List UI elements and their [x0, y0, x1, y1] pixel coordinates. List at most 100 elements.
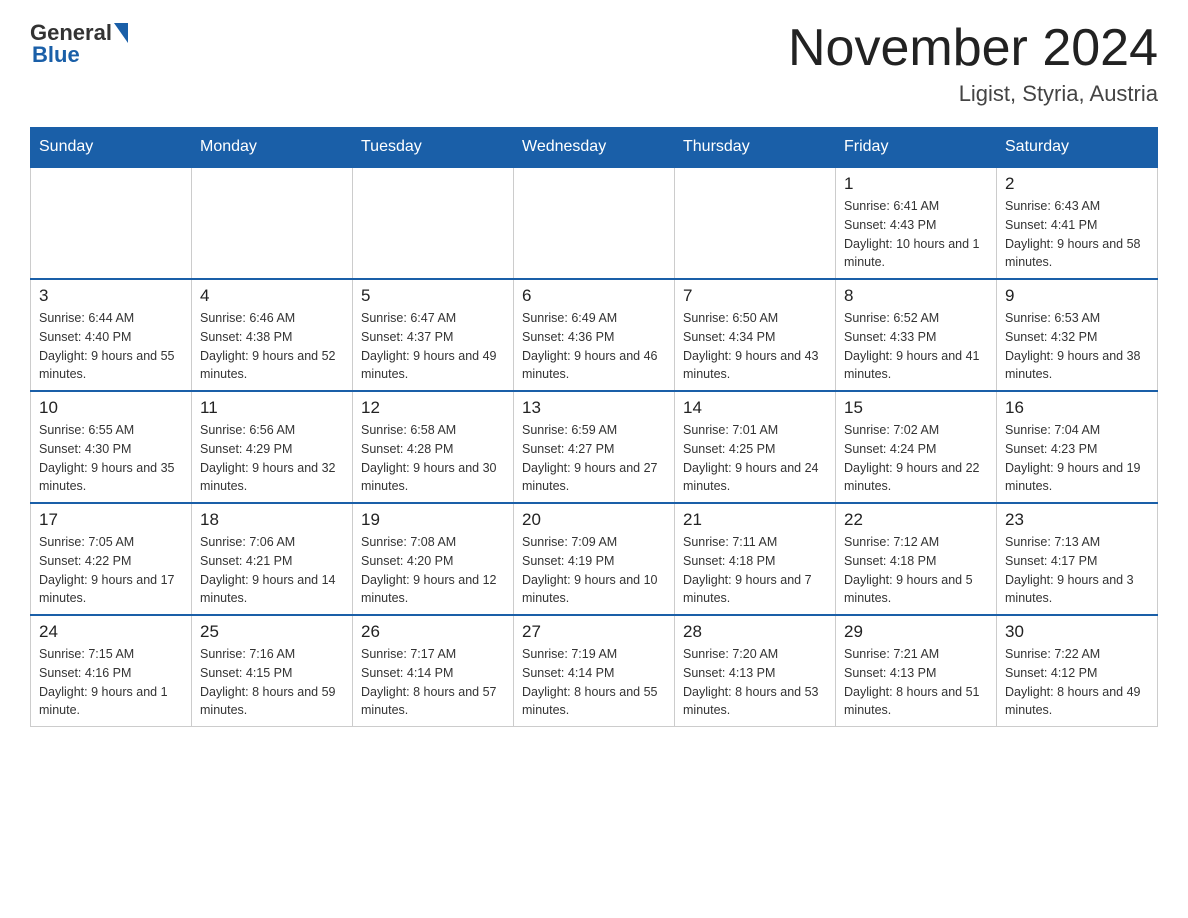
day-info: Sunrise: 7:08 AMSunset: 4:20 PMDaylight:…	[361, 533, 505, 608]
day-info: Sunrise: 7:17 AMSunset: 4:14 PMDaylight:…	[361, 645, 505, 720]
calendar-cell: 27 Sunrise: 7:19 AMSunset: 4:14 PMDayligh…	[514, 615, 675, 727]
day-info: Sunrise: 6:49 AMSunset: 4:36 PMDaylight:…	[522, 309, 666, 384]
calendar-table: SundayMondayTuesdayWednesdayThursdayFrid…	[30, 127, 1158, 727]
calendar-cell: 3 Sunrise: 6:44 AMSunset: 4:40 PMDaylight…	[31, 279, 192, 391]
page-header: General Blue November 2024 Ligist, Styri…	[30, 20, 1158, 107]
day-number: 3	[39, 286, 183, 306]
day-number: 29	[844, 622, 988, 642]
day-info: Sunrise: 7:09 AMSunset: 4:19 PMDaylight:…	[522, 533, 666, 608]
day-number: 17	[39, 510, 183, 530]
weekday-header-row: SundayMondayTuesdayWednesdayThursdayFrid…	[31, 128, 1158, 168]
calendar-cell: 12Sunrise: 6:58 AMSunset: 4:28 PMDayligh…	[353, 391, 514, 503]
day-number: 26	[361, 622, 505, 642]
day-info: Sunrise: 6:43 AMSunset: 4:41 PMDaylight:…	[1005, 197, 1149, 272]
calendar-cell: 23 Sunrise: 7:13 AMSunset: 4:17 PMDayligh…	[997, 503, 1158, 615]
day-number: 20	[522, 510, 666, 530]
calendar-cell	[514, 167, 675, 279]
day-info: Sunrise: 7:12 AMSunset: 4:18 PMDaylight:…	[844, 533, 988, 608]
day-info: Sunrise: 7:16 AMSunset: 4:15 PMDaylight:…	[200, 645, 344, 720]
calendar-cell: 11 Sunrise: 6:56 AMSunset: 4:29 PMDayligh…	[192, 391, 353, 503]
day-info: Sunrise: 7:19 AMSunset: 4:14 PMDaylight:…	[522, 645, 666, 720]
calendar-cell: 15 Sunrise: 7:02 AMSunset: 4:24 PMDayligh…	[836, 391, 997, 503]
day-info: Sunrise: 7:21 AMSunset: 4:13 PMDaylight:…	[844, 645, 988, 720]
calendar-cell	[192, 167, 353, 279]
day-number: 4	[200, 286, 344, 306]
weekday-header-thursday: Thursday	[675, 128, 836, 168]
week-row-2: 3 Sunrise: 6:44 AMSunset: 4:40 PMDaylight…	[31, 279, 1158, 391]
weekday-header-saturday: Saturday	[997, 128, 1158, 168]
day-number: 16	[1005, 398, 1149, 418]
week-row-5: 24 Sunrise: 7:15 AMSunset: 4:16 PMDayligh…	[31, 615, 1158, 727]
week-row-1: 1 Sunrise: 6:41 AMSunset: 4:43 PMDaylight…	[31, 167, 1158, 279]
calendar-cell: 26 Sunrise: 7:17 AMSunset: 4:14 PMDayligh…	[353, 615, 514, 727]
calendar-cell: 21Sunrise: 7:11 AMSunset: 4:18 PMDayligh…	[675, 503, 836, 615]
calendar-cell: 20 Sunrise: 7:09 AMSunset: 4:19 PMDayligh…	[514, 503, 675, 615]
calendar-cell: 22 Sunrise: 7:12 AMSunset: 4:18 PMDayligh…	[836, 503, 997, 615]
day-number: 30	[1005, 622, 1149, 642]
day-info: Sunrise: 7:13 AMSunset: 4:17 PMDaylight:…	[1005, 533, 1149, 608]
calendar-cell: 24 Sunrise: 7:15 AMSunset: 4:16 PMDayligh…	[31, 615, 192, 727]
day-number: 25	[200, 622, 344, 642]
day-number: 13	[522, 398, 666, 418]
calendar-cell	[31, 167, 192, 279]
day-number: 10	[39, 398, 183, 418]
weekday-header-sunday: Sunday	[31, 128, 192, 168]
day-number: 27	[522, 622, 666, 642]
day-info: Sunrise: 6:55 AMSunset: 4:30 PMDaylight:…	[39, 421, 183, 496]
day-number: 14	[683, 398, 827, 418]
day-info: Sunrise: 7:04 AMSunset: 4:23 PMDaylight:…	[1005, 421, 1149, 496]
weekday-header-tuesday: Tuesday	[353, 128, 514, 168]
day-number: 12	[361, 398, 505, 418]
calendar-cell: 7Sunrise: 6:50 AMSunset: 4:34 PMDaylight…	[675, 279, 836, 391]
calendar-cell: 2 Sunrise: 6:43 AMSunset: 4:41 PMDaylight…	[997, 167, 1158, 279]
calendar-cell: 14 Sunrise: 7:01 AMSunset: 4:25 PMDayligh…	[675, 391, 836, 503]
day-info: Sunrise: 7:22 AMSunset: 4:12 PMDaylight:…	[1005, 645, 1149, 720]
day-number: 9	[1005, 286, 1149, 306]
calendar-cell: 28 Sunrise: 7:20 AMSunset: 4:13 PMDayligh…	[675, 615, 836, 727]
week-row-3: 10 Sunrise: 6:55 AMSunset: 4:30 PMDayligh…	[31, 391, 1158, 503]
day-number: 21	[683, 510, 827, 530]
calendar-cell: 30 Sunrise: 7:22 AMSunset: 4:12 PMDayligh…	[997, 615, 1158, 727]
day-info: Sunrise: 7:01 AMSunset: 4:25 PMDaylight:…	[683, 421, 827, 496]
day-info: Sunrise: 6:46 AMSunset: 4:38 PMDaylight:…	[200, 309, 344, 384]
day-info: Sunrise: 7:15 AMSunset: 4:16 PMDaylight:…	[39, 645, 183, 720]
day-info: Sunrise: 7:02 AMSunset: 4:24 PMDaylight:…	[844, 421, 988, 496]
day-number: 6	[522, 286, 666, 306]
day-info: Sunrise: 6:41 AMSunset: 4:43 PMDaylight:…	[844, 197, 988, 272]
day-info: Sunrise: 7:20 AMSunset: 4:13 PMDaylight:…	[683, 645, 827, 720]
calendar-cell: 10 Sunrise: 6:55 AMSunset: 4:30 PMDayligh…	[31, 391, 192, 503]
calendar-cell: 1 Sunrise: 6:41 AMSunset: 4:43 PMDaylight…	[836, 167, 997, 279]
day-number: 28	[683, 622, 827, 642]
calendar-cell: 8 Sunrise: 6:52 AMSunset: 4:33 PMDaylight…	[836, 279, 997, 391]
day-number: 2	[1005, 174, 1149, 194]
calendar-cell: 5Sunrise: 6:47 AMSunset: 4:37 PMDaylight…	[353, 279, 514, 391]
day-number: 7	[683, 286, 827, 306]
day-number: 23	[1005, 510, 1149, 530]
calendar-cell: 4 Sunrise: 6:46 AMSunset: 4:38 PMDaylight…	[192, 279, 353, 391]
logo: General Blue	[30, 20, 128, 68]
week-row-4: 17 Sunrise: 7:05 AMSunset: 4:22 PMDayligh…	[31, 503, 1158, 615]
day-number: 24	[39, 622, 183, 642]
day-number: 1	[844, 174, 988, 194]
day-info: Sunrise: 6:44 AMSunset: 4:40 PMDaylight:…	[39, 309, 183, 384]
month-title: November 2024	[788, 20, 1158, 77]
day-info: Sunrise: 6:59 AMSunset: 4:27 PMDaylight:…	[522, 421, 666, 496]
day-info: Sunrise: 6:52 AMSunset: 4:33 PMDaylight:…	[844, 309, 988, 384]
location-subtitle: Ligist, Styria, Austria	[788, 81, 1158, 107]
day-info: Sunrise: 7:05 AMSunset: 4:22 PMDaylight:…	[39, 533, 183, 608]
calendar-cell: 19Sunrise: 7:08 AMSunset: 4:20 PMDayligh…	[353, 503, 514, 615]
day-number: 22	[844, 510, 988, 530]
calendar-cell	[675, 167, 836, 279]
calendar-cell	[353, 167, 514, 279]
title-area: November 2024 Ligist, Styria, Austria	[788, 20, 1158, 107]
day-info: Sunrise: 6:56 AMSunset: 4:29 PMDaylight:…	[200, 421, 344, 496]
day-number: 8	[844, 286, 988, 306]
calendar-cell: 16 Sunrise: 7:04 AMSunset: 4:23 PMDayligh…	[997, 391, 1158, 503]
calendar-cell: 13 Sunrise: 6:59 AMSunset: 4:27 PMDayligh…	[514, 391, 675, 503]
logo-blue: Blue	[32, 42, 80, 68]
day-info: Sunrise: 6:53 AMSunset: 4:32 PMDaylight:…	[1005, 309, 1149, 384]
calendar-cell: 9 Sunrise: 6:53 AMSunset: 4:32 PMDaylight…	[997, 279, 1158, 391]
day-number: 15	[844, 398, 988, 418]
day-number: 11	[200, 398, 344, 418]
calendar-cell: 18Sunrise: 7:06 AMSunset: 4:21 PMDayligh…	[192, 503, 353, 615]
